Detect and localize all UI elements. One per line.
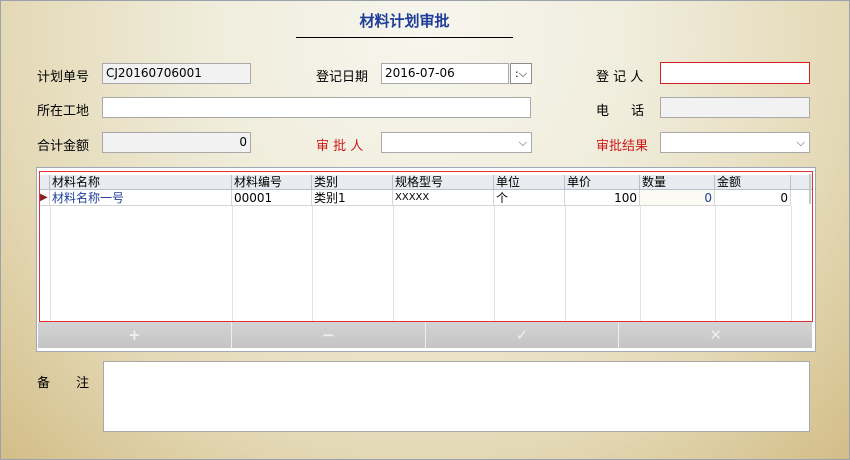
chevron-down-icon: ⌵ xyxy=(518,67,528,80)
registrant-field[interactable] xyxy=(660,62,810,84)
confirm-button[interactable]: ✓ xyxy=(425,322,620,348)
chevron-down-icon[interactable]: ⌵ xyxy=(797,133,805,152)
reg-date-label: 登记日期 xyxy=(316,70,369,85)
remove-row-button[interactable]: − xyxy=(231,322,426,348)
notes-label: 备 注 xyxy=(37,376,90,391)
phone-field[interactable] xyxy=(660,97,810,118)
date-picker-button[interactable]: :⌵ xyxy=(510,63,532,84)
total-label: 合计金额 xyxy=(37,139,90,154)
notes-textarea[interactable] xyxy=(103,361,810,432)
approver-label: 审 批 人 xyxy=(316,139,364,154)
plan-no-label: 计划单号 xyxy=(37,70,90,85)
chevron-down-icon[interactable]: ⌵ xyxy=(519,133,527,152)
total-field[interactable]: 0 xyxy=(102,132,251,153)
site-label: 所在工地 xyxy=(37,104,90,119)
add-row-button[interactable]: + xyxy=(38,322,232,348)
grid-toolbar: + − ✓ ✕ xyxy=(38,322,812,348)
reg-date-field[interactable]: 2016-07-06 xyxy=(381,63,509,84)
registrant-label: 登 记 人 xyxy=(596,70,644,85)
result-select[interactable]: ⌵ xyxy=(660,132,810,153)
cancel-button[interactable]: ✕ xyxy=(619,322,812,348)
result-label: 审批结果 xyxy=(596,139,649,154)
approver-select[interactable]: ⌵ xyxy=(381,132,532,153)
phone-label: 电 话 xyxy=(596,104,645,119)
grid-focus-outline xyxy=(39,171,813,322)
site-field[interactable] xyxy=(102,97,531,118)
plan-no-field[interactable]: CJ20160706001 xyxy=(102,63,251,84)
page-title: 材料计划审批 xyxy=(296,10,513,38)
